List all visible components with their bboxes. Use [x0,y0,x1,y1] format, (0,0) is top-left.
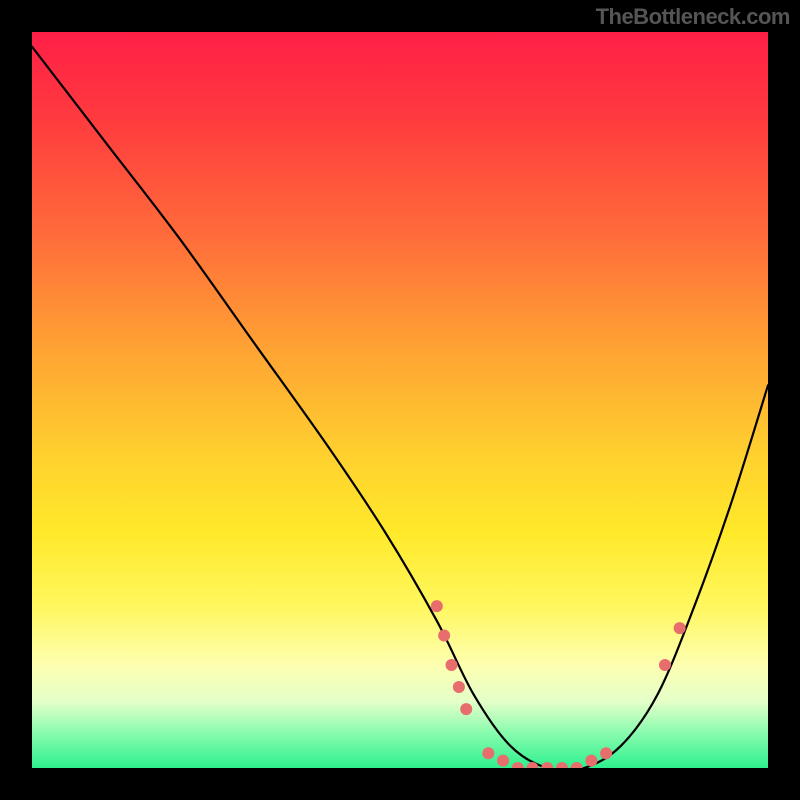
highlight-dot [453,681,465,693]
highlight-dot [497,755,509,767]
highlight-dot [526,762,538,768]
highlight-dot [460,703,472,715]
highlight-dot [659,659,671,671]
curve-group [32,47,768,768]
highlight-dot [571,762,583,768]
chart-frame: TheBottleneck.com [0,0,800,800]
highlight-dot [600,747,612,759]
highlight-dot [585,755,597,767]
highlight-dot [446,659,458,671]
highlight-dot [556,762,568,768]
highlight-dot [482,747,494,759]
chart-svg [32,32,768,768]
plot-area [32,32,768,768]
highlight-dot [431,600,443,612]
bottleneck-curve [32,47,768,768]
watermark-text: TheBottleneck.com [596,4,790,30]
highlight-dot [541,762,553,768]
highlight-dot [674,622,686,634]
highlight-dot [438,630,450,642]
highlight-dot [512,762,524,768]
